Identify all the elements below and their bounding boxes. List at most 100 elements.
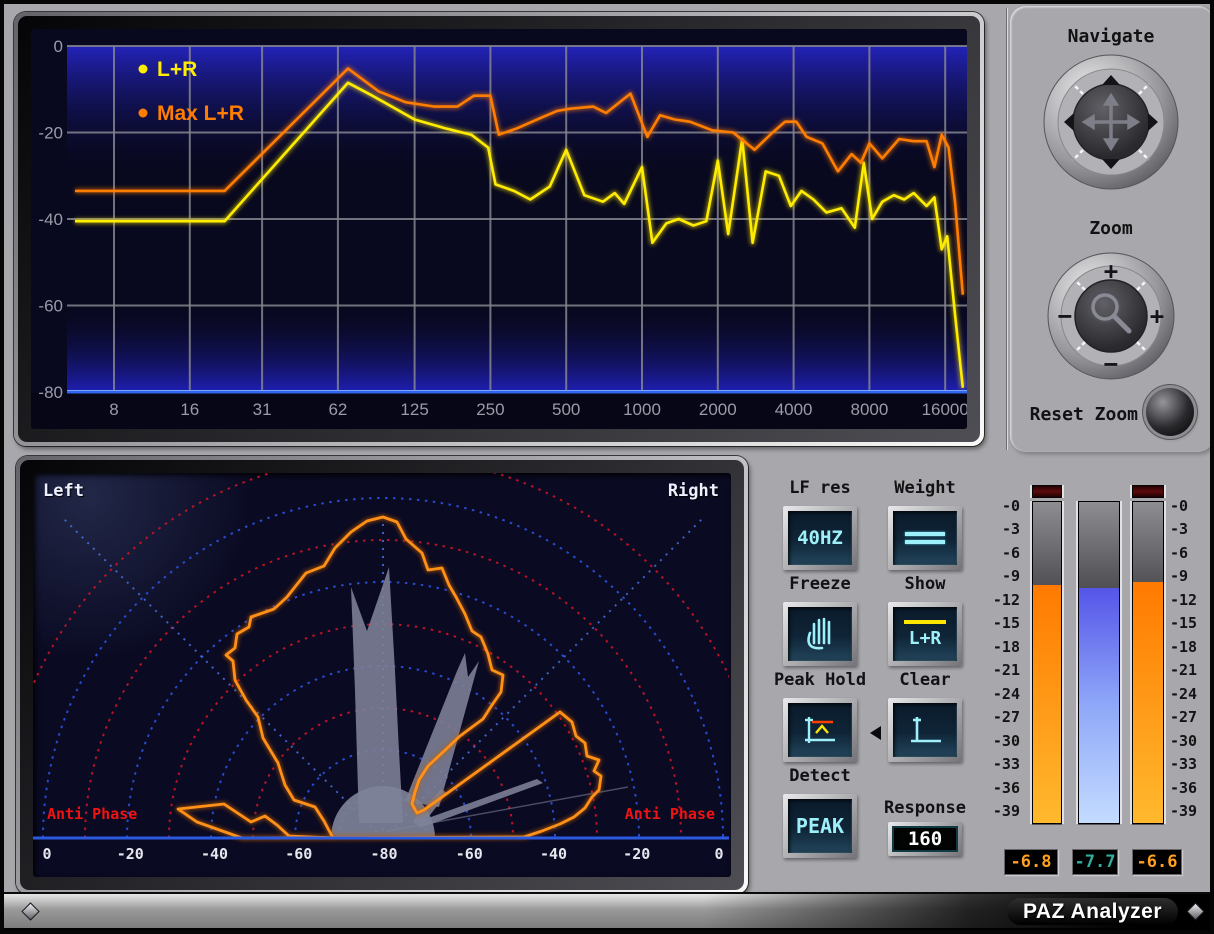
y-axis-tick-label: -60 — [38, 297, 63, 316]
y-axis-tick-label: -20 — [38, 124, 63, 143]
x-axis-tick-label: 4000 — [775, 400, 813, 419]
navigate-label: Navigate — [1044, 26, 1178, 47]
phase-tick-label: 0 — [43, 845, 52, 863]
meter-scale-label: -15 — [1170, 614, 1204, 632]
meter-fill — [1079, 588, 1119, 823]
meter-fill — [1133, 582, 1163, 823]
meter-fill — [1033, 585, 1061, 823]
clear-axes-icon — [904, 712, 946, 748]
antiphase-left-label: Anti Phase — [47, 805, 137, 823]
meter-scale-label: -3 — [1170, 520, 1204, 538]
x-axis-tick-label: 2000 — [699, 400, 737, 419]
meter-scale-label: -9 — [986, 567, 1020, 585]
meter-scale-label: -33 — [1170, 755, 1204, 773]
weight-equals-icon — [893, 511, 957, 565]
meter-scale-label: -24 — [986, 685, 1020, 703]
meter-scale-label: -12 — [986, 591, 1020, 609]
x-axis-tick-label: 8000 — [850, 400, 888, 419]
meter-readout-left: -6.8 — [1004, 849, 1058, 875]
detect-value: PEAK — [796, 814, 844, 838]
meter-scale-label: -0 — [986, 497, 1020, 515]
phase-tick-label: 0 — [714, 845, 723, 863]
x-axis-tick-label: 125 — [400, 400, 428, 419]
x-axis-tick-label: 16 — [180, 400, 199, 419]
legend-dot — [139, 65, 148, 74]
y-axis-tick-label: -40 — [38, 210, 63, 229]
phase-tick-label: -80 — [370, 845, 397, 863]
response-value: 160 — [908, 828, 942, 850]
legend-label: Max L+R — [157, 102, 244, 125]
freeze-button[interactable] — [783, 602, 857, 666]
show-button[interactable]: L+R — [888, 602, 962, 666]
y-axis-tick-label: 0 — [54, 37, 63, 56]
wavesystem-toolbar: PAZ Analyzer — [4, 892, 1210, 930]
meter-scale-label: -21 — [986, 661, 1020, 679]
spectrum-frame: 0-20-40-60-80816316212525050010002000400… — [18, 16, 980, 442]
weight-button[interactable] — [888, 506, 962, 570]
clip-led-right[interactable] — [1132, 485, 1164, 498]
zoom-in-horizontal[interactable]: + — [1150, 302, 1164, 330]
phase-tick-label: -20 — [623, 845, 650, 863]
meter-scale-label: -39 — [1170, 802, 1204, 820]
meter-scale-label: -18 — [1170, 638, 1204, 656]
meter-scale-label: -15 — [986, 614, 1020, 632]
x-axis-tick-label: 62 — [328, 400, 347, 419]
zoom-out-vertical[interactable]: − — [1104, 350, 1118, 378]
clip-led-left[interactable] — [1032, 485, 1062, 498]
meter-readout-sum: -7.7 — [1072, 849, 1118, 875]
legend-dot — [139, 109, 148, 118]
phase-left-label: Left — [43, 481, 84, 501]
response-label: Response — [876, 798, 974, 818]
lf-res-label: LF res — [783, 478, 857, 498]
x-axis-tick-label: 31 — [253, 400, 272, 419]
show-label: Show — [888, 574, 962, 594]
meter-scale-label: -30 — [1170, 732, 1204, 750]
meter-readout-right: -6.6 — [1132, 849, 1182, 875]
meter-scale-label: -30 — [986, 732, 1020, 750]
weight-label: Weight — [888, 478, 962, 498]
detect-label: Detect — [783, 766, 857, 786]
clear-button[interactable] — [888, 698, 962, 762]
reset-zoom-button[interactable] — [1146, 388, 1194, 436]
meter-scale-label: -24 — [1170, 685, 1204, 703]
zoom-label: Zoom — [1044, 218, 1178, 239]
clear-label: Clear — [888, 670, 962, 690]
meter-scale-label: -36 — [1170, 779, 1204, 797]
spectrum-display[interactable]: 0-20-40-60-80816316212525050010002000400… — [31, 29, 967, 429]
meter-scale-label: -39 — [986, 802, 1020, 820]
phase-tick-label: -60 — [456, 845, 483, 863]
meter-scale-label: -33 — [986, 755, 1020, 773]
phase-right-label: Right — [668, 481, 719, 501]
zoom-in-vertical[interactable]: + — [1104, 257, 1118, 285]
meter-scale-label: -18 — [986, 638, 1020, 656]
meter-scale-label: -12 — [1170, 591, 1204, 609]
meter-scale-label: -9 — [1170, 567, 1204, 585]
meter-scale-label: -27 — [1170, 708, 1204, 726]
navigate-control[interactable] — [1041, 52, 1181, 192]
detect-button[interactable]: PEAK — [783, 794, 857, 858]
peak-hold-label: Peak Hold — [770, 670, 870, 690]
meter-scale-label: -6 — [986, 544, 1020, 562]
show-curve-color-bar — [904, 620, 946, 624]
phase-tick-label: -20 — [117, 845, 144, 863]
reset-zoom-label: Reset Zoom — [1012, 404, 1138, 425]
spectrum-chart: 0-20-40-60-80816316212525050010002000400… — [31, 29, 967, 429]
peak-hold-button[interactable] — [783, 698, 857, 762]
paz-analyzer-window: 0-20-40-60-80816316212525050010002000400… — [0, 0, 1214, 934]
freeze-hand-icon — [800, 615, 840, 653]
y-axis-tick-label: -80 — [38, 383, 63, 402]
phase-bezel: Left Right Anti Phase Anti Phase 0-20-40… — [16, 456, 748, 894]
lf-res-button[interactable]: 40HZ — [783, 506, 857, 570]
x-axis-tick-label: 250 — [476, 400, 504, 419]
x-axis-tick-label: 1000 — [623, 400, 661, 419]
zoom-out-horizontal[interactable]: − — [1058, 302, 1072, 330]
response-display[interactable]: 160 — [888, 822, 962, 856]
phase-frame: Left Right Anti Phase Anti Phase 0-20-40… — [20, 460, 744, 890]
peak-hold-icon — [799, 712, 841, 748]
show-value: L+R — [909, 628, 942, 649]
freeze-label: Freeze — [783, 574, 857, 594]
phase-display[interactable]: Left Right Anti Phase Anti Phase 0-20-40… — [33, 473, 731, 877]
meter-scale-label: -27 — [986, 708, 1020, 726]
phase-radial-line — [63, 518, 383, 838]
zoom-control[interactable]: + − − + — [1045, 250, 1177, 382]
